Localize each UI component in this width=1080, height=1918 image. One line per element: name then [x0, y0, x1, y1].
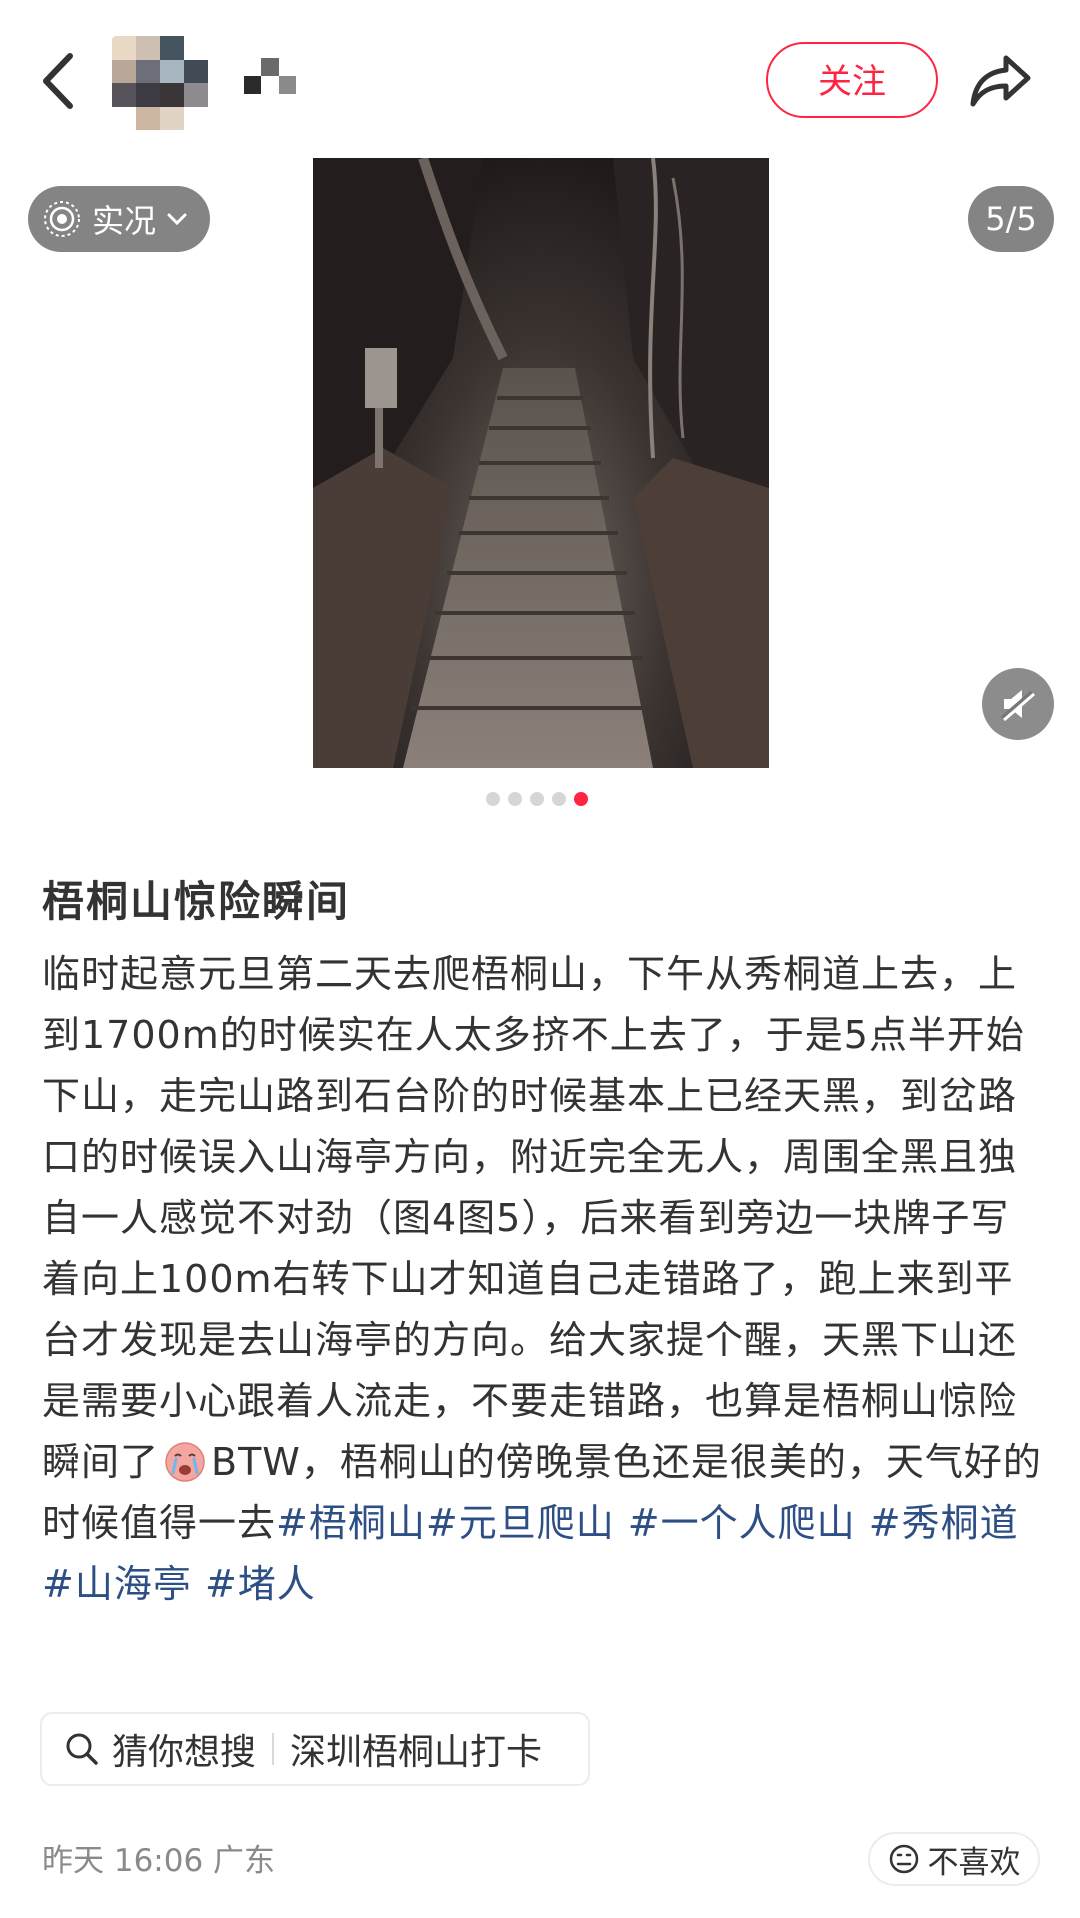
mute-toggle-button[interactable] — [982, 668, 1054, 740]
search-icon — [66, 1733, 98, 1765]
neutral-face-icon — [889, 1844, 918, 1874]
carousel-dot[interactable] — [486, 792, 500, 806]
dislike-button[interactable]: 不喜欢 — [868, 1832, 1040, 1886]
dislike-label: 不喜欢 — [927, 1844, 1021, 1881]
live-photo-label: 实况 — [92, 202, 157, 240]
hashtag[interactable]: #秀桐道 — [869, 1501, 1019, 1545]
divider — [272, 1733, 275, 1765]
hashtag[interactable]: #梧桐山 — [276, 1501, 426, 1545]
crying-face-emoji-icon — [165, 1442, 205, 1482]
back-icon[interactable] — [34, 46, 86, 116]
hashtag[interactable]: #一个人爬山 — [628, 1501, 856, 1545]
note-body-text: 临时起意元旦第二天去爬梧桐山，下午从秀桐道上去，上到1700m的时候实在人太多挤… — [42, 952, 1025, 1484]
share-icon[interactable] — [968, 50, 1034, 110]
username-redacted[interactable] — [244, 58, 296, 94]
live-photo-badge[interactable]: 实况 — [28, 186, 210, 252]
hashtag[interactable]: #元旦爬山 — [426, 1501, 615, 1545]
carousel-dot[interactable] — [508, 792, 522, 806]
carousel-dot[interactable] — [552, 792, 566, 806]
note-title: 梧桐山惊险瞬间 — [42, 877, 351, 926]
media-carousel[interactable]: 实况 5/5 — [0, 158, 1080, 768]
suggested-search-label: 猜你想搜 — [112, 1732, 257, 1773]
chevron-down-icon — [167, 213, 187, 226]
avatar[interactable] — [112, 36, 208, 130]
follow-button[interactable]: 关注 — [766, 42, 938, 118]
hashtag[interactable]: #堵人 — [205, 1562, 316, 1606]
carousel-dot-active[interactable] — [574, 792, 588, 806]
night-stairs-photo[interactable] — [313, 158, 769, 768]
top-bar: 关注 — [0, 0, 1080, 159]
live-photo-icon — [44, 201, 80, 237]
suggested-search-button[interactable]: 猜你想搜 深圳梧桐山打卡 — [40, 1712, 590, 1786]
suggested-search-query: 深圳梧桐山打卡 — [290, 1732, 543, 1773]
post-date-location: 昨天 16:06 广东 — [42, 1843, 276, 1879]
carousel-indicator — [486, 792, 588, 806]
carousel-dot[interactable] — [530, 792, 544, 806]
speaker-muted-icon — [1000, 690, 1035, 722]
image-counter: 5/5 — [968, 186, 1054, 252]
hashtag[interactable]: #山海亭 — [42, 1562, 192, 1606]
note-body: 临时起意元旦第二天去爬梧桐山，下午从秀桐道上去，上到1700m的时候实在人太多挤… — [42, 944, 1042, 1615]
